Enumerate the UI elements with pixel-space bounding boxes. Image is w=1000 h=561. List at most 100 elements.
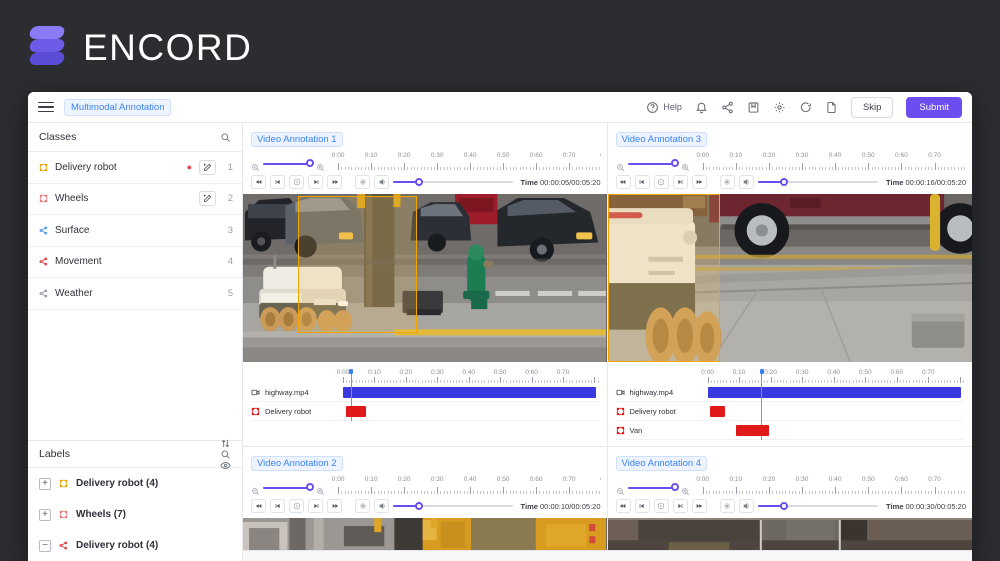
track-body[interactable] (708, 421, 965, 439)
zoom-control[interactable] (616, 483, 690, 495)
zoom-out-icon[interactable] (616, 483, 625, 495)
video-frame-1[interactable] (243, 194, 607, 362)
track-segment[interactable] (707, 387, 962, 398)
zoom-slider[interactable] (263, 159, 314, 168)
search-icon[interactable] (220, 449, 231, 460)
settings-icon[interactable] (355, 499, 370, 513)
step-forward-icon[interactable] (308, 175, 323, 189)
zoom-control[interactable] (616, 159, 690, 171)
settings-icon[interactable] (719, 175, 735, 189)
volume-icon[interactable] (738, 499, 754, 513)
skip-back-icon[interactable] (251, 175, 266, 189)
zoom-in-icon[interactable] (316, 159, 325, 171)
track-segment[interactable] (343, 387, 596, 398)
skip-back-icon[interactable] (615, 499, 631, 513)
step-back-icon[interactable] (270, 175, 285, 189)
video-panel-title[interactable]: Video Annotation 3 (615, 132, 708, 147)
annotation-bbox[interactable] (297, 195, 418, 334)
skip-back-icon[interactable] (251, 499, 266, 513)
skip-forward-icon[interactable] (327, 175, 342, 189)
timeline-ruler-scale[interactable]: 0:00 0:10 0:20 0:30 0:40 0:50 0:60 0:70 (337, 369, 599, 383)
step-back-icon[interactable] (634, 499, 650, 513)
label-row[interactable]: − Delivery robot (4) (28, 530, 242, 561)
zoom-in-icon[interactable] (681, 159, 690, 171)
timeline-ruler[interactable]: 0:000:100:200:300:400:500:600:700 (330, 152, 601, 171)
label-row[interactable]: + Wheels (7) (28, 499, 242, 530)
track-body[interactable] (343, 402, 599, 420)
class-row[interactable]: Wheels 2 (28, 184, 242, 215)
auto-annotate-button[interactable] (199, 159, 216, 175)
timeline-ruler[interactable]: 0:000:100:200:300:400:500:600:700 (330, 476, 601, 495)
step-forward-icon[interactable] (672, 499, 688, 513)
sort-icon[interactable] (220, 438, 231, 449)
skip-forward-icon[interactable] (691, 499, 707, 513)
timeline-track[interactable]: Delivery robot (615, 402, 965, 421)
expander-toggle[interactable]: + (39, 508, 51, 521)
class-row[interactable]: Delivery robot ● 1 (28, 152, 242, 184)
skip-back-icon[interactable] (615, 175, 631, 189)
step-back-icon[interactable] (634, 175, 650, 189)
annotation-bbox[interactable] (607, 194, 721, 362)
gear-icon[interactable] (773, 101, 786, 114)
zoom-slider[interactable] (627, 159, 679, 168)
zoom-out-icon[interactable] (251, 159, 260, 171)
volume-slider[interactable] (757, 501, 879, 511)
volume-icon[interactable] (374, 499, 389, 513)
skip-button[interactable]: Skip (850, 96, 894, 118)
volume-slider[interactable] (393, 501, 513, 511)
timeline-ruler[interactable]: 0:000:100:200:300:400:500:600:700 (695, 476, 966, 495)
track-body[interactable] (343, 369, 599, 421)
track-segment[interactable] (345, 406, 366, 417)
play-pause-icon[interactable] (653, 175, 669, 189)
bookmark-icon[interactable] (747, 101, 760, 114)
search-icon[interactable] (220, 132, 231, 143)
timeline-ruler[interactable]: 0:000:100:200:300:400:500:600:700 (695, 152, 966, 171)
play-pause-icon[interactable] (653, 499, 669, 513)
volume-slider[interactable] (393, 177, 513, 187)
video-frame-2[interactable] (243, 518, 607, 550)
video-frame-4[interactable] (607, 518, 972, 550)
skip-forward-icon[interactable] (327, 499, 342, 513)
zoom-slider[interactable] (627, 483, 679, 492)
video-panel-title[interactable]: Video Annotation 2 (251, 456, 343, 471)
timeline-track[interactable]: highway.mp4 (251, 369, 599, 421)
help-button[interactable]: Help (646, 101, 682, 114)
zoom-control[interactable] (251, 483, 325, 495)
timeline-track[interactable]: Van (615, 421, 965, 440)
class-row[interactable]: Movement 4 (28, 247, 242, 278)
submit-button[interactable]: Submit (906, 96, 962, 118)
zoom-in-icon[interactable] (316, 483, 325, 495)
zoom-in-icon[interactable] (681, 483, 690, 495)
zoom-out-icon[interactable] (251, 483, 260, 495)
zoom-control[interactable] (251, 159, 325, 171)
volume-icon[interactable] (738, 175, 754, 189)
auto-annotate-button[interactable] (199, 191, 216, 207)
share-icon[interactable] (721, 101, 734, 114)
breadcrumb[interactable]: Multimodal Annotation (64, 98, 172, 116)
volume-slider[interactable] (757, 177, 879, 187)
step-forward-icon[interactable] (672, 175, 688, 189)
volume-icon[interactable] (374, 175, 389, 189)
expander-toggle[interactable]: − (39, 539, 51, 552)
play-pause-icon[interactable] (289, 499, 304, 513)
settings-icon[interactable] (719, 499, 735, 513)
zoom-out-icon[interactable] (616, 159, 625, 171)
document-icon[interactable] (825, 101, 838, 114)
video-frame-3[interactable] (607, 194, 972, 362)
track-body[interactable] (707, 369, 965, 440)
track-segment[interactable] (710, 406, 726, 417)
zoom-slider[interactable] (263, 483, 314, 492)
bell-icon[interactable] (695, 101, 708, 114)
settings-icon[interactable] (355, 175, 370, 189)
timeline-track[interactable]: Delivery robot (251, 402, 599, 421)
skip-forward-icon[interactable] (691, 175, 707, 189)
video-panel-title[interactable]: Video Annotation 4 (615, 456, 708, 471)
label-row[interactable]: + Delivery robot (4) (28, 468, 242, 499)
track-body[interactable] (708, 402, 965, 420)
timeline-track[interactable]: highway.mp4 (615, 369, 965, 440)
video-panel-title[interactable]: Video Annotation 1 (251, 132, 343, 147)
timeline-ruler-scale[interactable]: 0:00 0:10 0:20 0:30 0:40 0:50 0:60 0:70 (701, 369, 965, 383)
step-back-icon[interactable] (270, 499, 285, 513)
class-row[interactable]: Surface 3 (28, 215, 242, 247)
menu-icon[interactable] (38, 101, 54, 113)
